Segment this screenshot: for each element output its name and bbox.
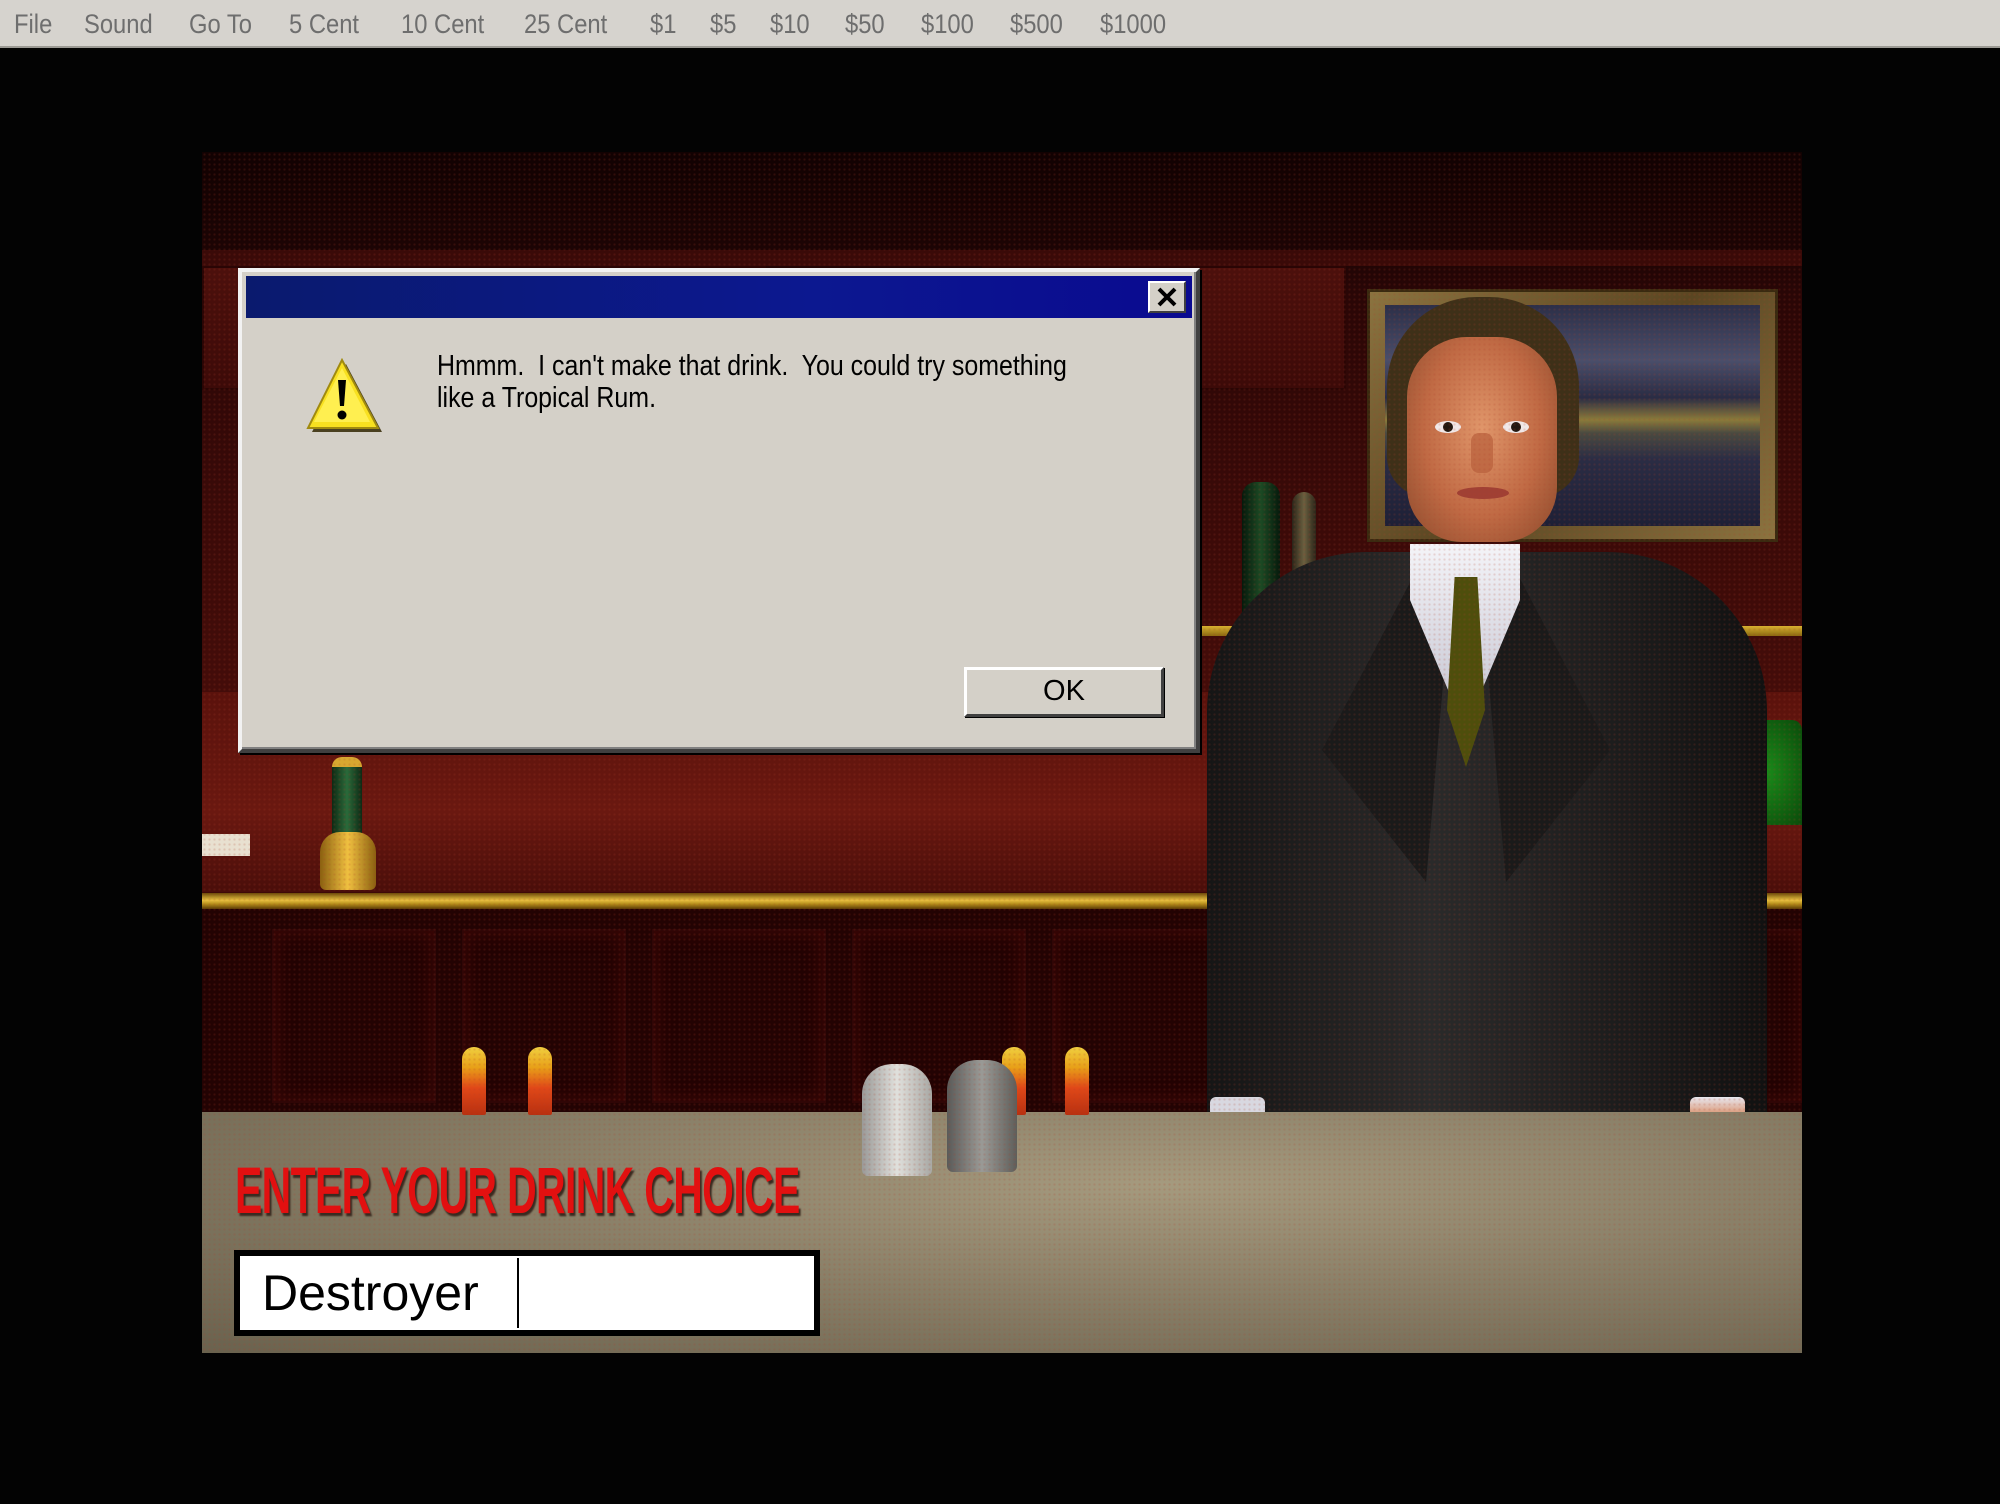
dialog-message-line: Hmmm. I can't make that drink. You could… [437, 350, 1067, 382]
close-icon [1157, 287, 1177, 307]
candle-icon [528, 1047, 552, 1115]
menu-1-dollar[interactable]: $1 [650, 8, 676, 40]
beer-tap-base [320, 832, 376, 890]
dialog-titlebar[interactable] [246, 276, 1192, 318]
nose [1471, 433, 1493, 473]
menu-10-cent[interactable]: 10 Cent [401, 8, 484, 40]
candle-icon [1065, 1047, 1089, 1115]
wall-ledge [202, 250, 1802, 266]
menu-25-cent[interactable]: 25 Cent [524, 8, 607, 40]
text-caret [517, 1258, 519, 1328]
eye-right [1503, 421, 1529, 433]
dialog-message: Hmmm. I can't make that drink. You could… [437, 350, 1091, 414]
message-dialog: Hmmm. I can't make that drink. You could… [238, 268, 1200, 753]
close-button[interactable] [1148, 281, 1186, 313]
menu-10-dollar[interactable]: $10 [770, 8, 810, 40]
menu-file[interactable]: File [14, 8, 52, 40]
menu-goto[interactable]: Go To [189, 8, 252, 40]
menu-1000-dollar[interactable]: $1000 [1100, 8, 1166, 40]
menu-bar: File Sound Go To 5 Cent 10 Cent 25 Cent … [0, 0, 2000, 48]
dialog-message-line: like a Tropical Rum. [437, 382, 657, 414]
napkin [202, 834, 250, 856]
menu-5-cent[interactable]: 5 Cent [289, 8, 359, 40]
menu-5-dollar[interactable]: $5 [710, 8, 736, 40]
menu-50-dollar[interactable]: $50 [845, 8, 885, 40]
mouth [1457, 487, 1509, 499]
menu-100-dollar[interactable]: $100 [921, 8, 974, 40]
salt-shaker-icon [862, 1064, 932, 1176]
drink-choice-input[interactable] [234, 1250, 820, 1336]
pepper-shaker-icon [947, 1060, 1017, 1172]
ok-button[interactable]: OK [964, 667, 1164, 717]
candle-icon [462, 1047, 486, 1115]
menu-sound[interactable]: Sound [84, 8, 153, 40]
menu-500-dollar[interactable]: $500 [1010, 8, 1063, 40]
bartender-face[interactable] [1407, 337, 1557, 542]
bar-panel [652, 929, 826, 1103]
drink-prompt-label: ENTER YOUR DRINK CHOICE [235, 1153, 800, 1227]
eye-left [1435, 421, 1461, 433]
warning-icon [306, 358, 382, 432]
bar-panel [272, 929, 436, 1103]
